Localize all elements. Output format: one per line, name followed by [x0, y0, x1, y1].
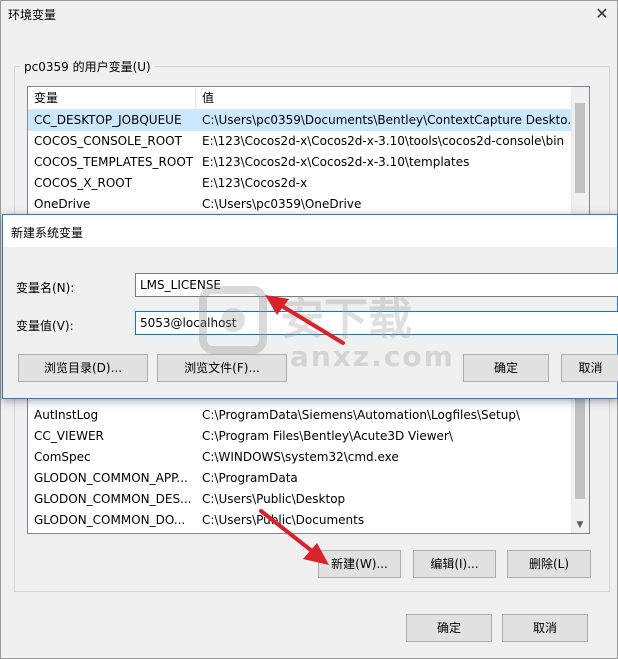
scrollbar-thumb[interactable]	[575, 103, 585, 193]
table-row[interactable]: COCOS_CONSOLE_ROOT E:\123\Cocos2d-x\Coco…	[28, 131, 573, 152]
var-value: C:\ProgramData	[202, 471, 298, 485]
edit-button[interactable]: 编辑(I)...	[413, 550, 496, 578]
cancel-button[interactable]: 取消	[502, 614, 588, 642]
var-value: E:\123\Cocos2d-x\Cocos2d-x-3.10\template…	[202, 155, 470, 169]
list-header: 变量 值	[28, 87, 573, 110]
var-value: C:\WINDOWS\system32\cmd.exe	[202, 450, 399, 464]
annotation-arrow-icon	[259, 509, 329, 565]
var-name: COCOS_TEMPLATES_ROOT	[34, 155, 194, 169]
user-vars-list[interactable]: 变量 值 CC_DESKTOP_JOBQUEUE C:\Users\pc0359…	[27, 86, 590, 218]
table-row[interactable]: AutInstLog C:\ProgramData\Siemens\Automa…	[28, 405, 573, 426]
var-name: GLODON_COMMON_DES...	[34, 492, 192, 506]
window-title: 环境变量	[8, 8, 57, 22]
var-value: C:\Users\pc0359\Documents\Bentley\Contex…	[202, 113, 574, 127]
var-name: COCOS_X_ROOT	[34, 176, 133, 190]
var-value: C:\ProgramData\Siemens\Automation\Logfil…	[202, 408, 521, 422]
table-row[interactable]: CC_VIEWER C:\Program Files\Bentley\Acute…	[28, 426, 573, 447]
ok-button[interactable]: 确定	[406, 614, 492, 642]
table-row[interactable]: ComSpec C:\WINDOWS\system32\cmd.exe	[28, 447, 573, 468]
var-name: ComSpec	[34, 450, 91, 464]
var-name: AutInstLog	[34, 408, 99, 422]
dialog-title: 新建系统变量	[11, 226, 84, 240]
var-name: OneDrive	[34, 197, 91, 211]
var-value: C:\Users\pc0359\OneDrive	[202, 197, 362, 211]
table-row[interactable]: OneDrive C:\Users\pc0359\OneDrive	[28, 194, 573, 215]
delete-button[interactable]: 删除(L)	[507, 550, 591, 578]
user-vars-group-label: pc0359 的用户变量(U)	[20, 58, 155, 75]
variable-value-label: 变量值(V):	[16, 319, 74, 333]
close-icon[interactable]: ✕	[592, 4, 612, 24]
table-row[interactable]: COCOS_X_ROOT E:\123\Cocos2d-x	[28, 173, 573, 194]
browse-directory-button[interactable]: 浏览目录(D)...	[18, 354, 148, 382]
user-list-scrollbar[interactable]	[571, 87, 589, 217]
var-name: GLODON_COMMON_DO...	[34, 513, 186, 527]
var-name: COCOS_CONSOLE_ROOT	[34, 134, 182, 148]
column-header-value[interactable]: 值	[202, 87, 574, 109]
variable-name-label: 变量名(N):	[16, 281, 75, 295]
var-value: E:\123\Cocos2d-x	[202, 176, 308, 190]
column-header-name[interactable]: 变量	[34, 87, 199, 109]
table-row[interactable]: CC_DESKTOP_JOBQUEUE C:\Users\pc0359\Docu…	[28, 110, 574, 131]
var-value: E:\123\Cocos2d-x\Cocos2d-x-3.10\tools\co…	[202, 134, 565, 148]
dialog-titlebar	[3, 215, 617, 247]
dialog-ok-button[interactable]: 确定	[463, 354, 549, 382]
var-name: CC_DESKTOP_JOBQUEUE	[34, 113, 182, 127]
table-row[interactable]: GLODON_COMMON_APP... C:\ProgramData	[28, 468, 573, 489]
system-list-scrollbar[interactable]: ▼	[571, 399, 589, 533]
table-row[interactable]: COCOS_TEMPLATES_ROOT E:\123\Cocos2d-x\Co…	[28, 152, 573, 173]
var-value: C:\Program Files\Bentley\Acute3D Viewer\	[202, 429, 453, 443]
dialog-cancel-button[interactable]: 取消	[561, 354, 618, 382]
scrollbar-thumb[interactable]	[575, 399, 585, 499]
var-name: GLODON_COMMON_APP...	[34, 471, 188, 485]
scroll-down-arrow-icon[interactable]: ▼	[575, 519, 585, 531]
var-name: CC_VIEWER	[34, 429, 104, 443]
annotation-arrow-icon	[265, 295, 345, 345]
